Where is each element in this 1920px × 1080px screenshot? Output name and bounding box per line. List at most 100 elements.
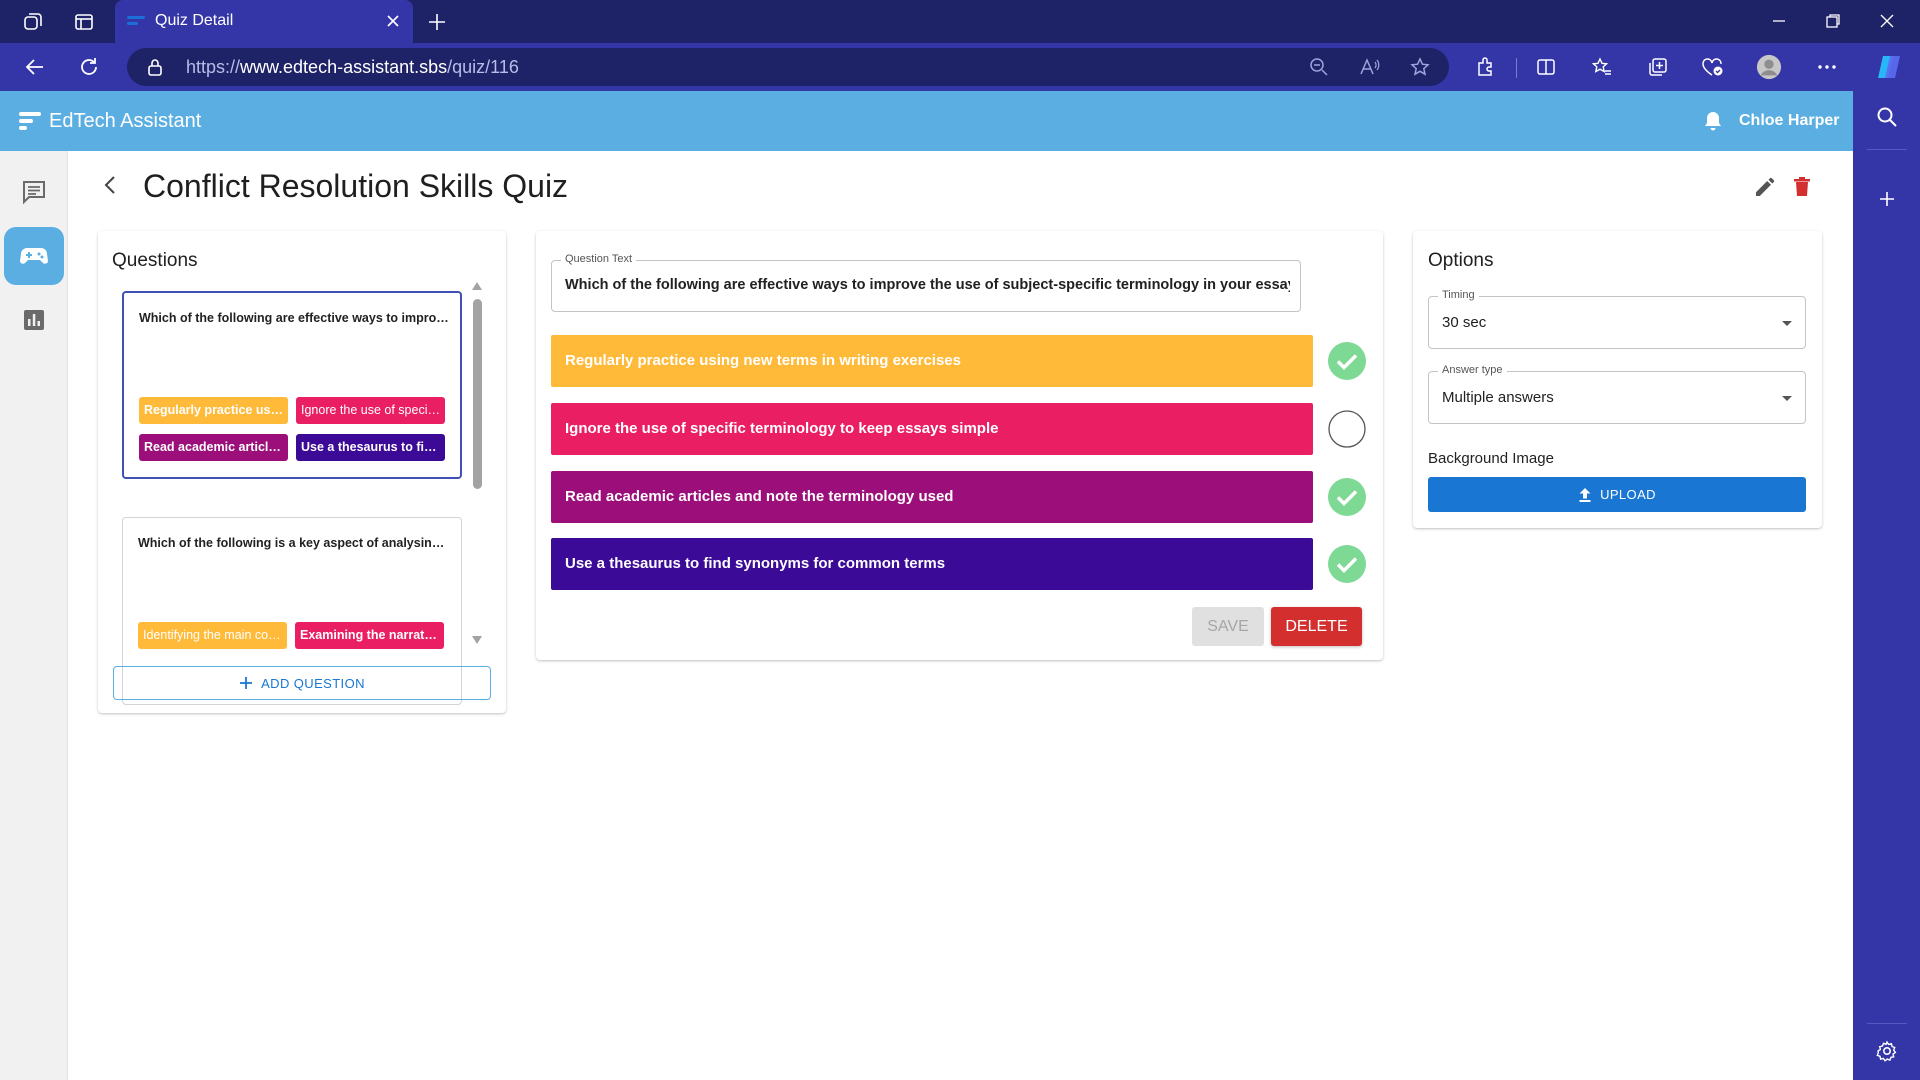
plus-icon — [240, 677, 253, 689]
unchecked-circle-icon[interactable] — [1328, 410, 1366, 448]
trash-icon — [1794, 177, 1810, 196]
split-screen-icon[interactable] — [1533, 54, 1559, 80]
delete-quiz-button[interactable] — [1790, 175, 1814, 199]
app-brand[interactable]: EdTech Assistant — [49, 110, 201, 133]
correct-check-icon[interactable] — [1328, 342, 1366, 380]
answer-chip: Use a thesaurus to find synonyms for com… — [296, 434, 445, 461]
left-nav — [0, 151, 68, 1080]
question-text-field[interactable]: Question Text Which of the following are… — [551, 253, 1301, 312]
more-options-icon[interactable] — [1814, 54, 1840, 80]
question-card-text: Which of the following is a key aspect o… — [138, 536, 448, 550]
answer-option-4[interactable]: Use a thesaurus to find synonyms for com… — [551, 538, 1313, 590]
back-button[interactable] — [99, 173, 123, 197]
chevron-left-icon — [104, 176, 115, 194]
browser-essentials-icon[interactable] — [1700, 54, 1726, 80]
close-window-icon[interactable] — [1867, 8, 1907, 34]
lock-icon[interactable] — [147, 58, 163, 76]
upload-label: UPLOAD — [1600, 487, 1656, 502]
profile-avatar-icon[interactable] — [1756, 54, 1782, 80]
nav-chat[interactable] — [4, 163, 64, 221]
tab-title: Quiz Detail — [155, 12, 234, 29]
sidebar-settings-icon[interactable] — [1875, 1039, 1899, 1063]
timing-label: Timing — [1438, 289, 1479, 301]
gamepad-icon — [20, 248, 48, 264]
refresh-icon[interactable] — [76, 54, 102, 80]
app-header: EdTech Assistant Chloe Harper — [0, 91, 1853, 151]
add-question-button[interactable]: ADD QUESTION — [113, 666, 491, 700]
browser-toolbar: https://www.edtech-assistant.sbs/quiz/11… — [0, 43, 1920, 91]
pencil-icon — [1756, 177, 1775, 196]
answer-type-label: Answer type — [1438, 364, 1507, 376]
collections-icon[interactable] — [1645, 54, 1671, 80]
tab-quiz-detail[interactable]: Quiz Detail — [115, 0, 413, 43]
delete-question-button[interactable]: DELETE — [1271, 607, 1362, 646]
answer-chip: Read academic articles and note the term… — [139, 434, 288, 461]
url-text[interactable]: https://www.edtech-assistant.sbs/quiz/11… — [186, 57, 519, 78]
correct-check-icon[interactable] — [1328, 478, 1366, 516]
scroll-thumb[interactable] — [473, 299, 482, 489]
answer-chip: Ignore the use of specific terminology t… — [296, 397, 445, 424]
answer-chip: Examining the narrative structure — [295, 622, 444, 649]
question-card-text: Which of the following are effective way… — [139, 311, 449, 325]
menu-logo-icon[interactable] — [19, 110, 41, 132]
sidebar-search-icon[interactable] — [1875, 105, 1899, 129]
close-tab-icon[interactable] — [385, 13, 401, 29]
zoom-out-icon[interactable] — [1308, 56, 1330, 78]
favorites-icon[interactable] — [1589, 54, 1615, 80]
nav-quizzes[interactable] — [4, 227, 64, 285]
answer-option-1[interactable]: Regularly practice using new terms in wr… — [551, 335, 1313, 387]
question-card[interactable]: Which of the following are effective way… — [122, 291, 462, 479]
back-arrow-icon[interactable] — [22, 54, 48, 80]
scroll-up-arrow-icon — [472, 282, 482, 290]
sidebar-add-icon[interactable] — [1875, 187, 1899, 211]
timing-select[interactable]: Timing 30 sec — [1428, 289, 1806, 349]
correct-check-icon[interactable] — [1328, 545, 1366, 583]
bar-chart-icon — [24, 310, 44, 330]
questions-title: Questions — [112, 250, 198, 271]
question-list: Which of the following are effective way… — [122, 291, 498, 709]
answer-type-value: Multiple answers — [1442, 389, 1554, 406]
extensions-icon[interactable] — [1473, 54, 1499, 80]
answer-option-3[interactable]: Read academic articles and note the term… — [551, 471, 1313, 523]
question-text-input[interactable]: Which of the following are effective way… — [565, 277, 1290, 293]
upload-button[interactable]: UPLOAD — [1428, 477, 1806, 512]
save-button[interactable]: SAVE — [1192, 607, 1264, 646]
tab-actions-icon[interactable] — [71, 9, 97, 35]
page-title: Conflict Resolution Skills Quiz — [143, 168, 569, 204]
options-panel: Options Timing 30 sec Answer type Multip… — [1413, 231, 1822, 528]
chat-icon — [23, 181, 45, 205]
toolbar-divider — [1516, 58, 1517, 78]
site-favicon-icon — [127, 14, 145, 28]
scroll-down-arrow-icon — [472, 636, 482, 644]
add-question-label: ADD QUESTION — [261, 675, 365, 691]
dropdown-arrow-icon — [1782, 321, 1792, 326]
timing-value: 30 sec — [1442, 314, 1487, 331]
notification-bell-icon[interactable] — [1703, 110, 1723, 132]
browser-tab-bar: Quiz Detail — [0, 0, 1920, 43]
answer-chip: Identifying the main conflict — [138, 622, 287, 649]
edge-sidebar — [1853, 91, 1920, 1080]
favorite-star-icon[interactable] — [1409, 56, 1431, 78]
user-name[interactable]: Chloe Harper — [1739, 112, 1839, 130]
workspaces-icon[interactable] — [20, 9, 46, 35]
background-image-label: Background Image — [1428, 450, 1554, 467]
question-editor-panel: Question Text Which of the following are… — [536, 231, 1383, 660]
questions-panel: Questions Which of the following are eff… — [98, 231, 506, 713]
question-text-label: Question Text — [561, 253, 637, 265]
address-bar[interactable]: https://www.edtech-assistant.sbs/quiz/11… — [127, 48, 1449, 86]
edit-quiz-button[interactable] — [1753, 175, 1777, 199]
answer-option-2[interactable]: Ignore the use of specific terminology t… — [551, 403, 1313, 455]
answer-chip: Regularly practice using new terms in wr… — [139, 397, 288, 424]
answer-type-select[interactable]: Answer type Multiple answers — [1428, 364, 1806, 424]
options-title: Options — [1428, 250, 1494, 271]
nav-analytics[interactable] — [4, 291, 64, 349]
minimize-icon[interactable] — [1759, 8, 1799, 34]
copilot-icon[interactable] — [1873, 51, 1905, 83]
question-list-scrollbar[interactable] — [470, 281, 484, 645]
new-tab-icon[interactable] — [424, 9, 450, 35]
restore-icon[interactable] — [1813, 8, 1853, 34]
dropdown-arrow-icon — [1782, 396, 1792, 401]
sidebar-divider — [1867, 149, 1907, 150]
sidebar-divider — [1867, 1023, 1907, 1024]
read-aloud-icon[interactable] — [1359, 56, 1381, 78]
